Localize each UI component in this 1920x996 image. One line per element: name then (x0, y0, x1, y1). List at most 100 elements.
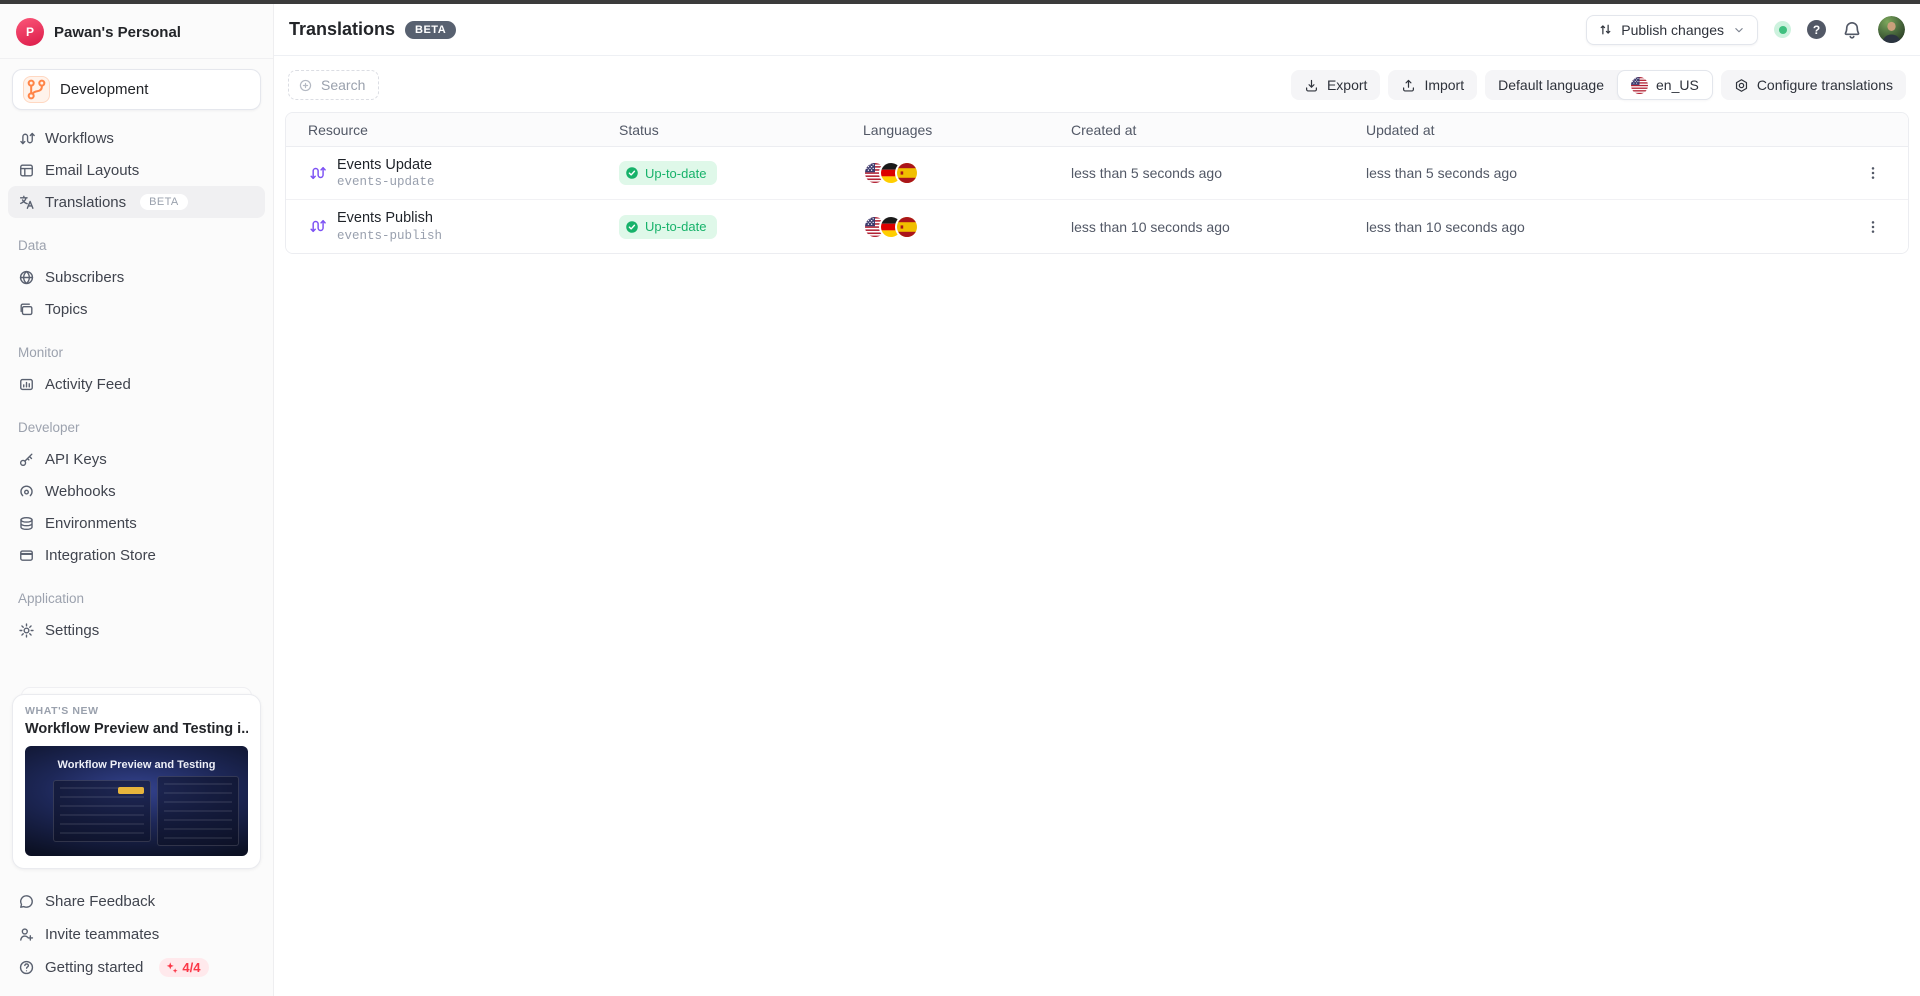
org-avatar: P (16, 18, 44, 46)
whats-new-card[interactable]: WHAT'S NEW Workflow Preview and Testing … (12, 694, 261, 869)
sidebar-item-label: Activity Feed (45, 376, 131, 393)
topics-icon (18, 301, 35, 318)
search-label: Search (321, 77, 365, 93)
sidebar-item-integration-store[interactable]: Integration Store (8, 539, 265, 571)
connection-status-dot (1774, 21, 1791, 38)
page-title: Translations (289, 19, 395, 40)
webhooks-icon (18, 483, 35, 500)
status-badge: Up-to-date (619, 161, 717, 185)
check-circle-icon (625, 220, 639, 234)
sidebar-item-share-feedback[interactable]: Share Feedback (8, 885, 265, 918)
sidebar-section-label-data: Data (8, 218, 265, 261)
check-circle-icon (625, 166, 639, 180)
workflow-icon (308, 217, 326, 235)
whats-new-title: Workflow Preview and Testing i... (25, 721, 248, 737)
flag-es-icon (895, 161, 919, 185)
resource-name: Events Publish (337, 210, 442, 227)
column-header-resource: Resource (286, 122, 619, 138)
sidebar-item-label: Translations (45, 194, 126, 211)
share-feedback-icon (18, 893, 35, 910)
environment-selector[interactable]: Development (12, 69, 261, 110)
language-flags (863, 161, 1071, 185)
updated-at-cell: less than 5 seconds ago (1366, 165, 1838, 181)
sidebar-footer-nav: Share Feedback Invite teammates Getting st… (0, 879, 273, 996)
sidebar-item-environments[interactable]: Environments (8, 507, 265, 539)
sidebar-item-label: Invite teammates (45, 926, 159, 943)
sidebar-item-settings[interactable]: Settings (8, 614, 265, 646)
sidebar: P Pawan's Personal Development Workflows… (0, 4, 274, 996)
environment-name: Development (60, 81, 148, 98)
sidebar-item-workflows[interactable]: Workflows (8, 122, 265, 154)
sidebar-item-api-keys[interactable]: API Keys (8, 443, 265, 475)
sidebar-item-label: API Keys (45, 451, 107, 468)
sidebar-item-label: Email Layouts (45, 162, 139, 179)
sidebar-item-invite-teammates[interactable]: Invite teammates (8, 918, 265, 951)
sidebar-item-topics[interactable]: Topics (8, 293, 265, 325)
invite-teammates-icon (18, 926, 35, 943)
sidebar-item-email-layouts[interactable]: Email Layouts (8, 154, 265, 186)
beta-badge: BETA (405, 21, 456, 39)
search-plus-icon (298, 78, 313, 93)
configure-translations-label: Configure translations (1757, 77, 1893, 93)
sidebar-item-translations[interactable]: Translations BETA (8, 186, 265, 218)
sidebar-section-label-developer: Developer (8, 400, 265, 443)
sidebar-item-label: Getting started (45, 959, 143, 976)
default-language-button[interactable]: en_US (1617, 70, 1713, 100)
api-keys-icon (18, 451, 35, 468)
org-name: Pawan's Personal (54, 24, 181, 41)
table-row-events-publish[interactable]: Events Publishevents-publishUp-to-datele… (286, 200, 1908, 253)
sidebar-item-activity-feed[interactable]: Activity Feed (8, 368, 265, 400)
flag-us-icon (1631, 77, 1648, 94)
resource-cell: Events Updateevents-update (286, 157, 619, 190)
table-row-events-update[interactable]: Events Updateevents-updateUp-to-dateless… (286, 147, 1908, 200)
default-language-control: Default language en_US (1485, 70, 1713, 100)
beta-badge: BETA (140, 194, 188, 210)
app-root: P Pawan's Personal Development Workflows… (0, 4, 1920, 996)
sidebar-item-webhooks[interactable]: Webhooks (8, 475, 265, 507)
settings-icon (18, 622, 35, 639)
workflows-icon (18, 130, 35, 147)
sidebar-item-getting-started[interactable]: Getting started4/4 (8, 951, 265, 984)
user-avatar[interactable] (1878, 16, 1905, 43)
sidebar-item-label: Environments (45, 515, 137, 532)
thumbnail-panel (157, 776, 239, 846)
language-flags (863, 215, 1071, 239)
notifications-bell-icon[interactable] (1842, 20, 1862, 40)
configure-translations-button[interactable]: Configure translations (1721, 70, 1906, 100)
column-header-updated-at: Updated at (1366, 122, 1838, 138)
resource-slug: events-publish (337, 229, 442, 243)
thumbnail-highlight-chip (118, 787, 144, 794)
whats-new-thumbnail[interactable]: Workflow Preview and Testing (25, 746, 248, 856)
column-header-languages: Languages (863, 122, 1071, 138)
export-button[interactable]: Export (1291, 70, 1380, 100)
row-actions-kebab-button[interactable] (1860, 160, 1886, 186)
page-header: Translations BETA Publish changes ? (274, 4, 1920, 56)
sidebar-item-label: Webhooks (45, 483, 116, 500)
sparkles-icon (165, 961, 179, 975)
publish-changes-label: Publish changes (1621, 22, 1724, 38)
publish-changes-button[interactable]: Publish changes (1586, 15, 1758, 45)
export-icon (1304, 78, 1319, 93)
sidebar-item-label: Settings (45, 622, 99, 639)
sidebar-item-subscribers[interactable]: Subscribers (8, 261, 265, 293)
table-body: Events Updateevents-updateUp-to-dateless… (286, 147, 1908, 253)
branch-icon (23, 76, 50, 103)
sidebar-item-label: Share Feedback (45, 893, 155, 910)
whats-new-thumbnail-title: Workflow Preview and Testing (25, 759, 248, 771)
resource-name: Events Update (337, 157, 435, 174)
sidebar-nav: Workflows Email Layouts Translations BETA Da… (0, 114, 273, 680)
whats-new-label: WHAT'S NEW (25, 705, 248, 717)
translations-table: ResourceStatusLanguagesCreated atUpdated… (285, 112, 1909, 254)
export-label: Export (1327, 77, 1367, 93)
flag-es-icon (895, 215, 919, 239)
sidebar-section-label-monitor: Monitor (8, 325, 265, 368)
resource-slug: events-update (337, 175, 435, 189)
table-header-row: ResourceStatusLanguagesCreated atUpdated… (286, 113, 1908, 147)
import-button[interactable]: Import (1388, 70, 1477, 100)
default-language-label: Default language (1485, 77, 1617, 93)
search-button[interactable]: Search (288, 70, 379, 100)
help-icon[interactable]: ? (1807, 20, 1826, 39)
resource-cell: Events Publish events-publish (286, 210, 619, 243)
org-switcher[interactable]: P Pawan's Personal (0, 4, 273, 59)
row-actions-kebab-button[interactable] (1860, 214, 1886, 240)
